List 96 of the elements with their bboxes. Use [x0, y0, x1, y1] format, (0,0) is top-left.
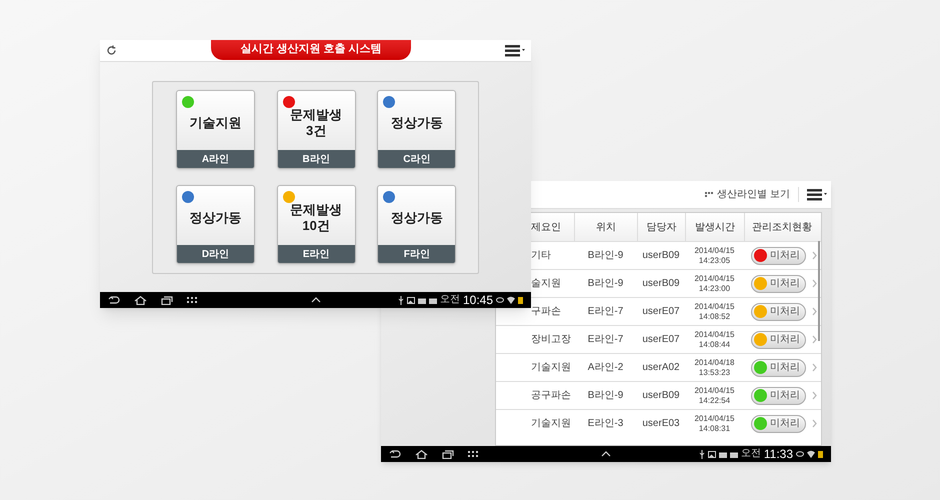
recent-apps-icon[interactable] [442, 450, 454, 458]
table-cell-text: 기타 [530, 249, 552, 263]
wifi-icon [507, 296, 515, 304]
table-cell-text: 기술지원 [530, 417, 572, 431]
line-status-tile[interactable]: 문제발생 3건 B라인 [276, 90, 356, 169]
back-icon[interactable] [389, 450, 401, 458]
line-label: F라인 [378, 245, 456, 263]
wifi-icon [807, 450, 815, 458]
table-cell-text: 구파손 [530, 305, 562, 319]
status-text: 미처리 [770, 250, 800, 260]
status-text: 기술지원 [190, 114, 242, 130]
status-pill[interactable]: 미처리 [751, 246, 806, 264]
view-by-line-button[interactable]: 생산라인별 보기 [705, 187, 799, 202]
column-header: 발생시간 [685, 213, 744, 241]
home-icon[interactable] [134, 296, 147, 304]
app-title: 실시간 생산지원 호출 시스템 [211, 40, 411, 60]
table-cell-text: userE07 [641, 305, 681, 319]
status-text: 미처리 [770, 390, 800, 400]
table-cell-text: 2014/04/15 14:08:52 [693, 302, 736, 322]
back-icon[interactable] [108, 296, 120, 304]
line-status-tile[interactable]: 정상가동 C라인 [377, 90, 456, 169]
table-cell-text: 장비고장 [530, 333, 572, 347]
status-text: 미처리 [770, 306, 800, 316]
table-cell-text: 2014/04/15 14:23:05 [693, 246, 736, 266]
image-icon [708, 450, 716, 458]
scroll-bar[interactable] [818, 241, 820, 341]
status-text: 미처리 [770, 278, 800, 288]
line-label: A라인 [177, 150, 254, 168]
status-text: 문제발생 10건 [290, 202, 342, 234]
table-cell-text: userB09 [641, 277, 681, 291]
line-status-tile[interactable]: 기술지원 A라인 [176, 90, 255, 169]
table-cell-text: B라인-9 [586, 389, 624, 403]
table-cell-text: 기술지원 [530, 361, 572, 375]
status-pill[interactable]: 미처리 [751, 274, 806, 292]
status-text: 문제발생 3건 [290, 106, 342, 138]
line-status-tile[interactable]: 정상가동 D라인 [176, 185, 255, 264]
battery-icon [818, 450, 823, 458]
table-cell-text: E라인-7 [586, 305, 624, 319]
line-label: C라인 [378, 150, 456, 168]
eye-icon [496, 297, 504, 303]
am-pm-label: 오전 [440, 295, 460, 305]
status-text: 미처리 [770, 418, 800, 428]
status-text: 미처리 [770, 362, 800, 372]
eye-icon [796, 451, 804, 457]
line-label: D라인 [177, 245, 254, 263]
status-pill[interactable]: 미처리 [751, 330, 806, 348]
status-pill[interactable]: 미처리 [751, 414, 806, 432]
caret-up-icon[interactable] [310, 297, 320, 303]
apps-grid-icon[interactable] [187, 296, 197, 304]
line-status-tile[interactable]: 문제발생 10건 E라인 [276, 185, 356, 264]
line-status-tile[interactable]: 정상가동 F라인 [377, 185, 456, 264]
table-cell-text: 공구파손 [530, 389, 572, 403]
table-cell-text: E라인-7 [586, 333, 624, 347]
grid-icon [705, 192, 714, 198]
menu-icon[interactable] [505, 44, 525, 56]
column-header: 제요인 [530, 220, 562, 234]
column-header: 담당자 [637, 213, 685, 241]
battery-icon [518, 296, 523, 304]
usb-icon [698, 450, 705, 458]
image-icon [406, 296, 415, 304]
apps-grid-icon[interactable] [468, 450, 478, 458]
table-cell-text: 2014/04/15 14:08:31 [693, 414, 736, 434]
refresh-icon[interactable] [106, 45, 117, 56]
column-header: 관리조치현황 [744, 213, 819, 241]
caret-up-icon[interactable] [601, 451, 611, 457]
status-text: 미처리 [770, 334, 800, 344]
recent-apps-icon[interactable] [161, 296, 173, 304]
table-cell-text: B라인-9 [586, 277, 624, 291]
line-label: E라인 [278, 245, 355, 263]
column-header: 위치 [574, 213, 637, 241]
table-cell-text: 2014/04/18 13:53:23 [693, 358, 736, 378]
usb-icon [398, 296, 404, 304]
status-pill[interactable]: 미처리 [751, 386, 806, 404]
menu-icon[interactable] [807, 188, 827, 200]
table-cell-text: 2014/04/15 14:08:44 [693, 330, 736, 350]
home-icon[interactable] [415, 450, 428, 458]
table-cell-text: userB09 [641, 389, 681, 403]
table-cell-text: userB09 [641, 249, 681, 263]
table-cell-text: E라인-3 [586, 417, 624, 431]
am-pm-label: 오전 [740, 449, 761, 459]
status-text: 정상가동 [390, 114, 443, 130]
line-label: B라인 [278, 150, 355, 168]
table-cell-text: A라인-2 [586, 361, 624, 375]
table-cell-text: userE03 [641, 417, 681, 431]
status-text: 정상가동 [190, 210, 242, 226]
status-text: 정상가동 [390, 210, 443, 226]
table-cell-text: userA02 [641, 361, 681, 375]
table-cell-text: 2014/04/15 14:22:54 [693, 386, 736, 406]
table-cell-text: B라인-9 [586, 249, 624, 263]
status-pill[interactable]: 미처리 [751, 358, 806, 376]
table-cell-text: 2014/04/15 14:23:00 [693, 274, 736, 294]
status-pill[interactable]: 미처리 [751, 302, 806, 320]
table-cell-text: 술지원 [530, 277, 562, 291]
clock-time: 10:45 [462, 294, 493, 306]
table-cell-text: userE07 [641, 333, 681, 347]
clock-time: 11:33 [764, 448, 793, 460]
